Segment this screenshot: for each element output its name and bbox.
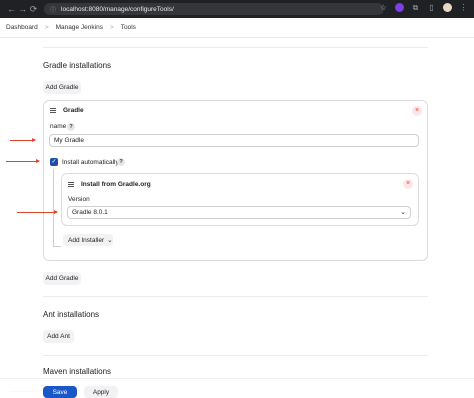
sidebar-icon[interactable]: ▯	[427, 3, 436, 12]
chevron-down-icon: ⌄	[400, 209, 406, 216]
add-gradle-button[interactable]: Add Gradle	[43, 81, 81, 94]
close-icon[interactable]: ×	[412, 106, 422, 116]
gradle-section-title: Gradle installations	[43, 61, 112, 70]
extension-icon[interactable]	[395, 3, 404, 12]
reload-icon[interactable]: ⟳	[28, 4, 39, 15]
help-icon[interactable]: ?	[117, 158, 125, 166]
ant-section-title: Ant installations	[43, 310, 100, 319]
chevron-down-icon: ⌄	[107, 237, 113, 244]
version-selected-value: Gradle 8.0.1	[72, 209, 108, 216]
annotation-arrow	[17, 210, 58, 214]
apply-button[interactable]: Apply	[84, 386, 118, 398]
bookmark-star-icon[interactable]: ☆	[379, 3, 388, 12]
save-button[interactable]: Save	[43, 386, 77, 398]
extensions-puzzle-icon[interactable]: ⧉	[411, 3, 420, 12]
profile-avatar[interactable]	[443, 3, 452, 12]
nested-guide-line	[53, 246, 61, 247]
drag-handle-icon[interactable]	[68, 182, 74, 187]
version-select[interactable]: Gradle 8.0.1 ⌄	[67, 206, 411, 219]
divider	[43, 296, 428, 297]
annotation-arrow	[10, 138, 36, 142]
arrow-right-icon[interactable]: →	[17, 4, 28, 14]
close-icon[interactable]: ×	[403, 179, 413, 189]
breadcrumb-dashboard[interactable]: Dashboard	[6, 24, 38, 31]
installer-card-title: Install from Gradle.org	[81, 181, 151, 188]
add-ant-button[interactable]: Add Ant	[43, 330, 74, 343]
add-gradle-bottom-button[interactable]: Add Gradle	[43, 272, 81, 285]
url-text: localhost:8080/manage/configureTools/	[61, 5, 174, 13]
add-installer-button[interactable]: Add Installer ⌄	[63, 234, 113, 246]
help-icon[interactable]: ?	[67, 123, 75, 131]
add-installer-label: Add Installer	[68, 236, 105, 244]
gradle-card-title: Gradle	[63, 107, 84, 114]
chevron-right-icon: >	[109, 24, 114, 31]
divider	[43, 47, 428, 48]
maven-section-title: Maven installations	[43, 367, 112, 376]
install-automatically-label: Install automatically	[62, 159, 119, 166]
browser-toolbar: ← → ⟳ ⓘ localhost:8080/manage/configureT…	[0, 0, 474, 18]
breadcrumb-manage-jenkins[interactable]: Manage Jenkins	[56, 24, 103, 31]
address-bar[interactable]: ⓘ localhost:8080/manage/configureTools/	[44, 3, 384, 15]
name-label: name	[50, 123, 67, 130]
chevron-right-icon: >	[44, 24, 49, 31]
site-info-icon[interactable]: ⓘ	[50, 5, 56, 14]
breadcrumb: Dashboard > Manage Jenkins > Tools	[0, 18, 474, 38]
arrow-left-icon[interactable]: ←	[6, 4, 17, 14]
divider	[43, 355, 428, 356]
drag-handle-icon[interactable]	[50, 108, 56, 113]
nested-guide-line	[53, 169, 54, 246]
menu-kebab-icon[interactable]: ⋮	[459, 3, 468, 12]
breadcrumb-tools[interactable]: Tools	[121, 24, 136, 31]
annotation-arrow	[6, 159, 40, 163]
install-automatically-checkbox[interactable]: ✓	[50, 158, 58, 166]
gradle-name-input[interactable]	[49, 134, 419, 147]
version-label: Version	[68, 196, 90, 203]
